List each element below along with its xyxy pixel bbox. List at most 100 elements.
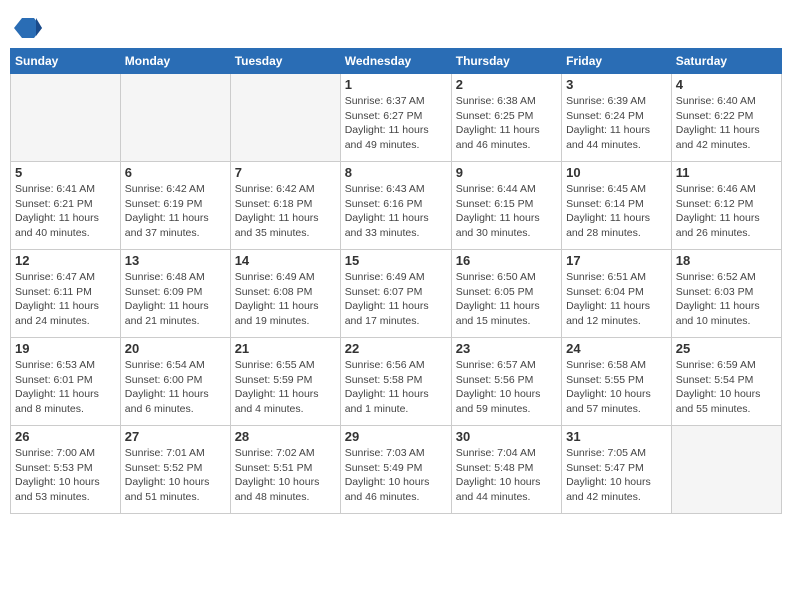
calendar-day: 8 Sunrise: 6:43 AMSunset: 6:16 PMDaylight… [340, 162, 451, 250]
day-detail: Sunrise: 6:48 AMSunset: 6:09 PMDaylight:… [125, 270, 226, 329]
calendar-day: 21Sunrise: 6:55 AMSunset: 5:59 PMDayligh… [230, 338, 340, 426]
day-number: 10 [566, 165, 667, 180]
day-detail: Sunrise: 7:00 AMSunset: 5:53 PMDaylight:… [15, 446, 116, 505]
calendar-day: 28Sunrise: 7:02 AMSunset: 5:51 PMDayligh… [230, 426, 340, 514]
calendar-day: 7Sunrise: 6:42 AMSunset: 6:18 PMDaylight… [230, 162, 340, 250]
day-detail: Sunrise: 7:01 AMSunset: 5:52 PMDaylight:… [125, 446, 226, 505]
calendar-day: 5 Sunrise: 6:41 AMSunset: 6:21 PMDaylight… [11, 162, 121, 250]
calendar-day: 17 Sunrise: 6:51 AMSunset: 6:04 PMDayligh… [562, 250, 672, 338]
weekday-header-friday: Friday [562, 49, 672, 74]
day-number: 8 [345, 165, 447, 180]
logo [14, 14, 46, 42]
day-number: 11 [676, 165, 777, 180]
weekday-header-tuesday: Tuesday [230, 49, 340, 74]
day-number: 16 [456, 253, 557, 268]
day-number: 4 [676, 77, 777, 92]
day-detail: Sunrise: 6:56 AMSunset: 5:58 PMDaylight:… [345, 358, 447, 417]
day-number: 13 [125, 253, 226, 268]
page-header [10, 10, 782, 42]
day-detail: Sunrise: 6:37 AMSunset: 6:27 PMDaylight:… [345, 94, 447, 153]
calendar-day: 2 Sunrise: 6:38 AMSunset: 6:25 PMDaylight… [451, 74, 561, 162]
day-number: 23 [456, 341, 557, 356]
day-number: 2 [456, 77, 557, 92]
day-number: 15 [345, 253, 447, 268]
calendar-day: 1 Sunrise: 6:37 AMSunset: 6:27 PMDaylight… [340, 74, 451, 162]
day-detail: Sunrise: 6:40 AMSunset: 6:22 PMDaylight:… [676, 94, 777, 153]
calendar-week-3: 12 Sunrise: 6:47 AMSunset: 6:11 PMDayligh… [11, 250, 782, 338]
day-number: 9 [456, 165, 557, 180]
day-number: 19 [15, 341, 116, 356]
day-detail: Sunrise: 6:57 AMSunset: 5:56 PMDaylight:… [456, 358, 557, 417]
day-detail: Sunrise: 6:45 AMSunset: 6:14 PMDaylight:… [566, 182, 667, 241]
weekday-header-monday: Monday [120, 49, 230, 74]
calendar-day: 3 Sunrise: 6:39 AMSunset: 6:24 PMDaylight… [562, 74, 672, 162]
logo-icon [14, 14, 42, 42]
calendar-day: 26 Sunrise: 7:00 AMSunset: 5:53 PMDayligh… [11, 426, 121, 514]
day-detail: Sunrise: 6:39 AMSunset: 6:24 PMDaylight:… [566, 94, 667, 153]
day-number: 27 [125, 429, 226, 444]
day-detail: Sunrise: 7:05 AMSunset: 5:47 PMDaylight:… [566, 446, 667, 505]
calendar-day: 16Sunrise: 6:50 AMSunset: 6:05 PMDayligh… [451, 250, 561, 338]
calendar-day: 14 Sunrise: 6:49 AMSunset: 6:08 PMDayligh… [230, 250, 340, 338]
day-number: 7 [235, 165, 336, 180]
calendar-day [671, 426, 781, 514]
day-detail: Sunrise: 6:38 AMSunset: 6:25 PMDaylight:… [456, 94, 557, 153]
calendar-week-5: 26 Sunrise: 7:00 AMSunset: 5:53 PMDayligh… [11, 426, 782, 514]
day-detail: Sunrise: 6:43 AMSunset: 6:16 PMDaylight:… [345, 182, 447, 241]
calendar-week-2: 5 Sunrise: 6:41 AMSunset: 6:21 PMDaylight… [11, 162, 782, 250]
calendar-day: 22 Sunrise: 6:56 AMSunset: 5:58 PMDayligh… [340, 338, 451, 426]
day-detail: Sunrise: 6:54 AMSunset: 6:00 PMDaylight:… [125, 358, 226, 417]
calendar-day: 10 Sunrise: 6:45 AMSunset: 6:14 PMDayligh… [562, 162, 672, 250]
calendar-day: 23 Sunrise: 6:57 AMSunset: 5:56 PMDayligh… [451, 338, 561, 426]
day-number: 21 [235, 341, 336, 356]
day-number: 22 [345, 341, 447, 356]
calendar-day: 13 Sunrise: 6:48 AMSunset: 6:09 PMDayligh… [120, 250, 230, 338]
day-number: 3 [566, 77, 667, 92]
day-detail: Sunrise: 6:58 AMSunset: 5:55 PMDaylight:… [566, 358, 667, 417]
day-number: 26 [15, 429, 116, 444]
day-number: 5 [15, 165, 116, 180]
calendar-week-4: 19 Sunrise: 6:53 AMSunset: 6:01 PMDayligh… [11, 338, 782, 426]
day-detail: Sunrise: 6:44 AMSunset: 6:15 PMDaylight:… [456, 182, 557, 241]
weekday-header-sunday: Sunday [11, 49, 121, 74]
calendar-day: 29 Sunrise: 7:03 AMSunset: 5:49 PMDayligh… [340, 426, 451, 514]
day-detail: Sunrise: 6:51 AMSunset: 6:04 PMDaylight:… [566, 270, 667, 329]
day-number: 20 [125, 341, 226, 356]
day-number: 17 [566, 253, 667, 268]
calendar-day [11, 74, 121, 162]
calendar-day: 6 Sunrise: 6:42 AMSunset: 6:19 PMDaylight… [120, 162, 230, 250]
calendar-day: 9 Sunrise: 6:44 AMSunset: 6:15 PMDaylight… [451, 162, 561, 250]
calendar-table: SundayMondayTuesdayWednesdayThursdayFrid… [10, 48, 782, 514]
calendar-day: 19 Sunrise: 6:53 AMSunset: 6:01 PMDayligh… [11, 338, 121, 426]
calendar-week-1: 1 Sunrise: 6:37 AMSunset: 6:27 PMDaylight… [11, 74, 782, 162]
day-number: 29 [345, 429, 447, 444]
day-number: 25 [676, 341, 777, 356]
day-detail: Sunrise: 6:47 AMSunset: 6:11 PMDaylight:… [15, 270, 116, 329]
day-number: 1 [345, 77, 447, 92]
day-detail: Sunrise: 6:41 AMSunset: 6:21 PMDaylight:… [15, 182, 116, 241]
calendar-day: 30 Sunrise: 7:04 AMSunset: 5:48 PMDayligh… [451, 426, 561, 514]
weekday-header-saturday: Saturday [671, 49, 781, 74]
day-detail: Sunrise: 7:03 AMSunset: 5:49 PMDaylight:… [345, 446, 447, 505]
day-number: 14 [235, 253, 336, 268]
day-detail: Sunrise: 6:59 AMSunset: 5:54 PMDaylight:… [676, 358, 777, 417]
day-number: 12 [15, 253, 116, 268]
day-detail: Sunrise: 6:49 AMSunset: 6:07 PMDaylight:… [345, 270, 447, 329]
weekday-header-row: SundayMondayTuesdayWednesdayThursdayFrid… [11, 49, 782, 74]
day-detail: Sunrise: 6:42 AMSunset: 6:19 PMDaylight:… [125, 182, 226, 241]
calendar-day: 31Sunrise: 7:05 AMSunset: 5:47 PMDayligh… [562, 426, 672, 514]
calendar-day: 25 Sunrise: 6:59 AMSunset: 5:54 PMDayligh… [671, 338, 781, 426]
calendar-day: 11 Sunrise: 6:46 AMSunset: 6:12 PMDayligh… [671, 162, 781, 250]
calendar-day: 27 Sunrise: 7:01 AMSunset: 5:52 PMDayligh… [120, 426, 230, 514]
weekday-header-wednesday: Wednesday [340, 49, 451, 74]
day-detail: Sunrise: 6:49 AMSunset: 6:08 PMDaylight:… [235, 270, 336, 329]
day-number: 6 [125, 165, 226, 180]
day-number: 30 [456, 429, 557, 444]
day-number: 28 [235, 429, 336, 444]
calendar-day: 12 Sunrise: 6:47 AMSunset: 6:11 PMDayligh… [11, 250, 121, 338]
day-detail: Sunrise: 6:46 AMSunset: 6:12 PMDaylight:… [676, 182, 777, 241]
day-detail: Sunrise: 6:53 AMSunset: 6:01 PMDaylight:… [15, 358, 116, 417]
day-detail: Sunrise: 7:04 AMSunset: 5:48 PMDaylight:… [456, 446, 557, 505]
day-detail: Sunrise: 6:52 AMSunset: 6:03 PMDaylight:… [676, 270, 777, 329]
weekday-header-thursday: Thursday [451, 49, 561, 74]
